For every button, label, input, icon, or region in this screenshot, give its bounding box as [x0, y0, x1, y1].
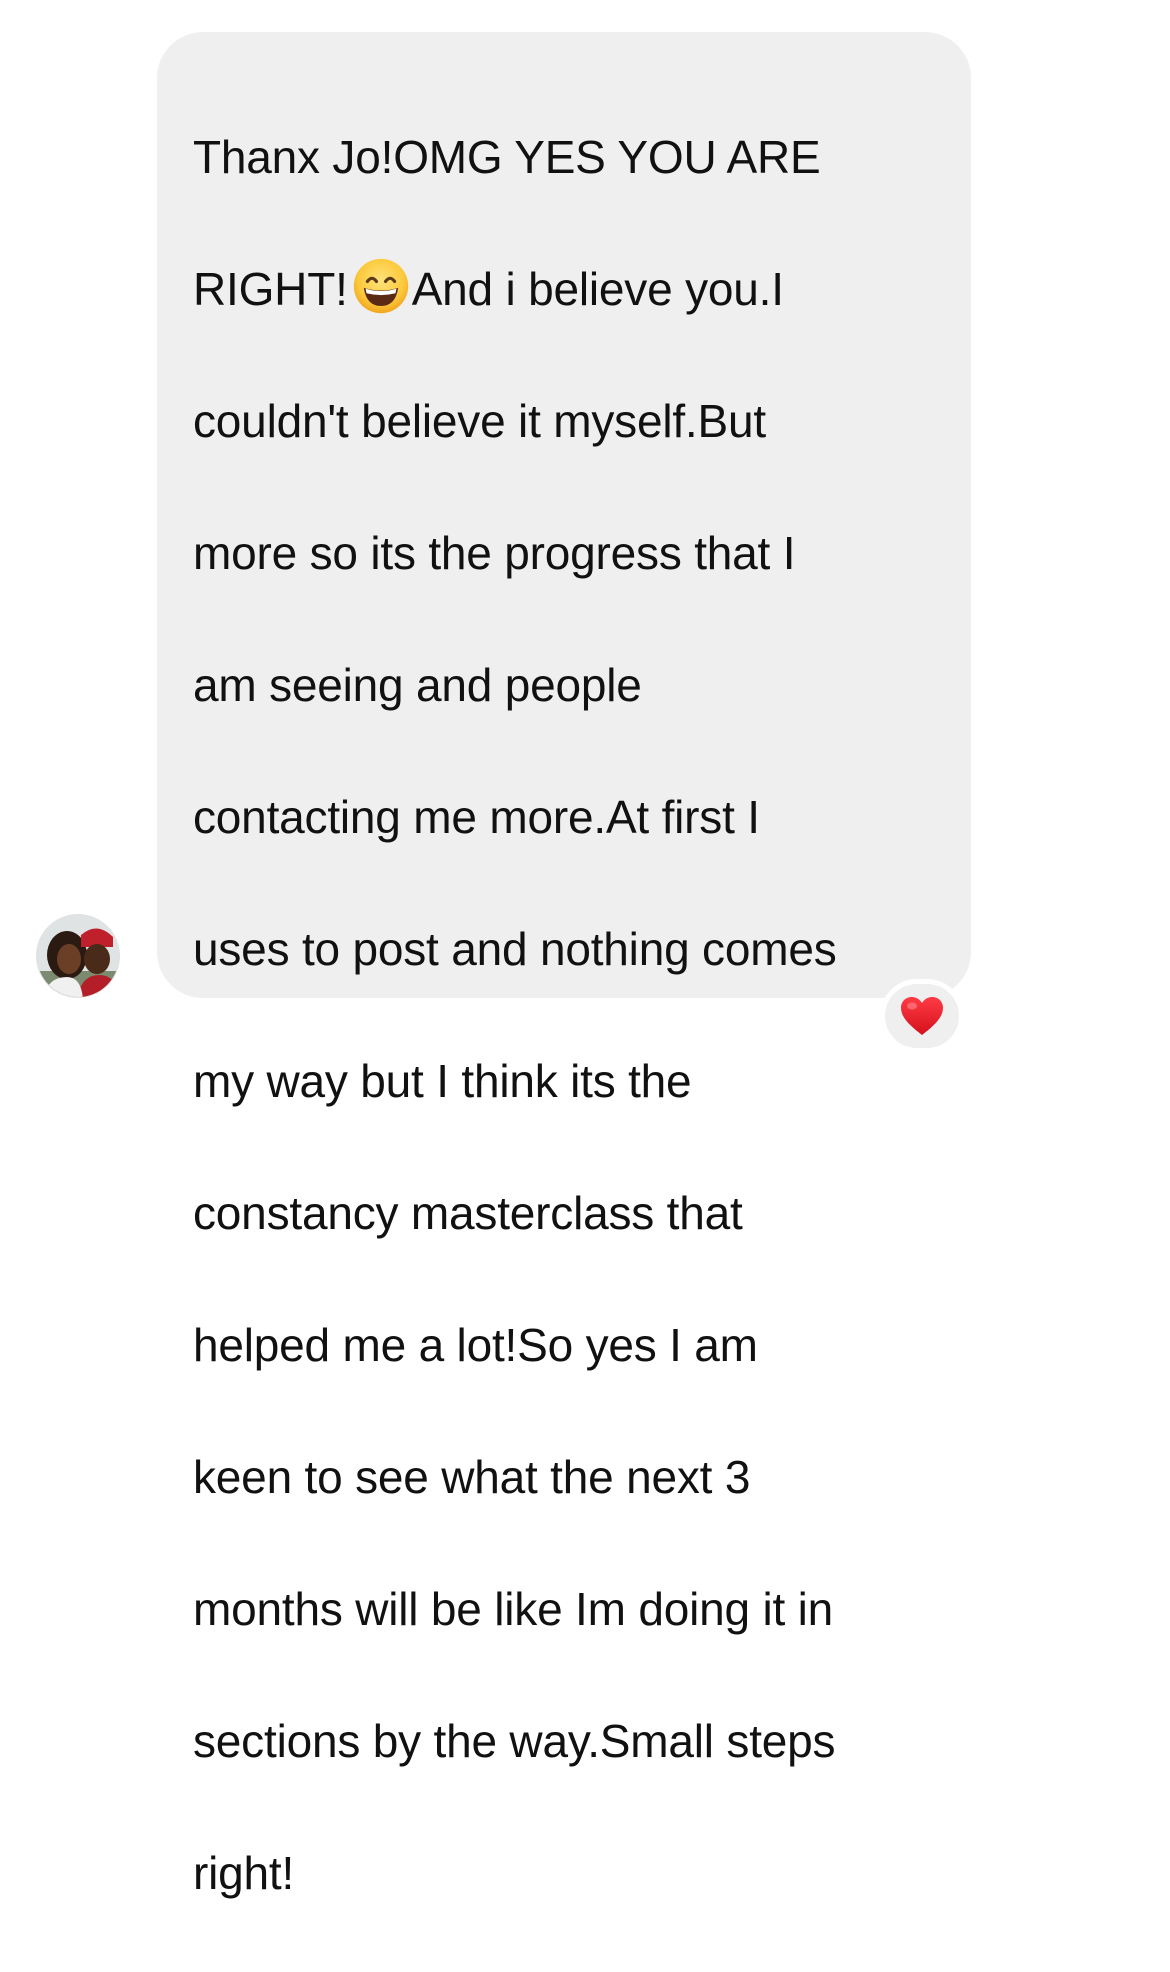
heart-reaction[interactable]: [880, 979, 964, 1053]
message-line-text: And i believe you.I: [411, 263, 784, 315]
message-line: uses to post and nothing comes: [193, 923, 837, 975]
message-line: am seeing and people: [193, 659, 642, 711]
grinning-face-emoji-icon: [353, 258, 408, 314]
message-text: Thanx Jo!OMG YES YOU ARE RIGHT! And i be…: [193, 58, 935, 1972]
message-line: right!: [193, 1847, 295, 1899]
message-line: constancy masterclass that: [193, 1187, 743, 1239]
message-line: sections by the way.Small steps: [193, 1715, 836, 1767]
message-line: RIGHT! And i believe you.I: [193, 256, 935, 322]
red-heart-icon: [901, 997, 943, 1035]
message-line: months will be like Im doing it in: [193, 1583, 834, 1635]
message-line: more so its the progress that I: [193, 527, 796, 579]
message-line: contacting me more.At first I: [193, 791, 760, 843]
message-row: Thanx Jo!OMG YES YOU ARE RIGHT! And i be…: [0, 0, 1170, 1899]
message-line: Thanx Jo!OMG YES YOU ARE: [193, 131, 821, 183]
profile-photo-icon: [37, 915, 119, 997]
message-line: helped me a lot!So yes I am: [193, 1319, 758, 1371]
message-bubble[interactable]: Thanx Jo!OMG YES YOU ARE RIGHT! And i be…: [157, 32, 971, 1899]
message-line: couldn't believe it myself.But: [193, 395, 766, 447]
sender-avatar[interactable]: [36, 914, 120, 998]
message-line-text: RIGHT!: [193, 263, 348, 315]
message-line: my way but I think its the: [193, 1055, 692, 1107]
message-line: keen to see what the next 3: [193, 1451, 751, 1503]
